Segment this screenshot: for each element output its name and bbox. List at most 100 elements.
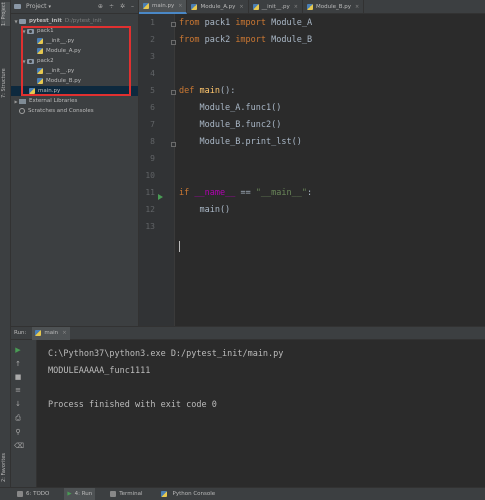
close-icon[interactable]: × (294, 4, 298, 10)
close-icon[interactable]: × (239, 4, 243, 10)
keyword: from (179, 35, 200, 45)
python-file-icon (29, 88, 35, 94)
close-icon[interactable]: × (178, 3, 182, 9)
project-tool-tab[interactable]: 1: Project (1, 2, 10, 26)
tree-item-module-b[interactable]: Module_B.py (11, 76, 138, 86)
tab-label: __init__.py (261, 4, 290, 10)
scroll-up-icon[interactable]: ↑ (14, 360, 22, 368)
function-name: main (199, 86, 220, 96)
chevron-down-icon[interactable]: ▾ (49, 4, 52, 10)
close-icon[interactable]: × (62, 330, 67, 336)
run-panel-header: Run: main × (11, 326, 485, 340)
bottom-item-label: Python Console (172, 491, 216, 497)
locate-icon[interactable]: ⊕ (98, 3, 103, 10)
project-panel: Project ▾ ⊕ ÷ ✲ – ▼ pytest_init D:/pytes… (11, 0, 139, 326)
dunder-name: __name__ (194, 188, 236, 198)
rerun-icon[interactable]: ▶ (14, 346, 22, 354)
package-icon (27, 28, 34, 34)
line-number: 8 (150, 137, 155, 146)
libraries-icon (19, 98, 26, 104)
close-icon[interactable]: × (355, 4, 359, 10)
tree-item-init-py-1[interactable]: __init__.py (11, 36, 138, 46)
print-icon[interactable]: ⎙ (14, 414, 22, 422)
python-console-tool-button[interactable]: Python Console (158, 488, 219, 500)
code-line-8: Module_B.print_lst() (179, 137, 302, 147)
tree-item-pytest-init[interactable]: ▼ pytest_init D:/pytest_init (11, 16, 138, 26)
tree-item-external-libraries[interactable]: ▶ External Libraries (11, 96, 138, 106)
run-config-tab[interactable]: main × (32, 326, 70, 340)
collapse-icon[interactable]: ÷ (109, 3, 114, 10)
scroll-down-icon[interactable]: ↓ (14, 400, 22, 408)
project-panel-header: Project ▾ ⊕ ÷ ✲ – (11, 0, 138, 14)
line-number: 6 (150, 103, 155, 112)
trash-icon[interactable]: ⌫ (14, 442, 24, 450)
tree-item-label: pack2 (37, 58, 54, 64)
run-tool-button[interactable]: ▶ 4: Run (64, 487, 96, 500)
run-label: Run: (14, 330, 27, 336)
terminal-tool-button[interactable]: Terminal (107, 488, 145, 500)
line-number: 12 (145, 205, 155, 214)
terminal-icon (110, 491, 117, 497)
bottom-tool-bar: 6: TODO ▶ 4: Run Terminal Python Console (0, 487, 485, 500)
pin-icon[interactable]: ⚲ (14, 428, 22, 436)
keyword: if (179, 188, 190, 198)
bottom-item-label: 4: Run (74, 491, 93, 497)
tab-init-py[interactable]: __init__.py × (249, 0, 303, 14)
line-number: 7 (150, 120, 155, 129)
code-text: == (235, 188, 256, 198)
gear-icon[interactable]: ✲ (120, 3, 125, 10)
tree-item-module-a[interactable]: Module_A.py (11, 46, 138, 56)
todo-tool-button[interactable]: 6: TODO (14, 488, 52, 500)
code-line-2: from pack2 import Module_B (179, 32, 312, 49)
tree-item-label: Module_B.py (46, 78, 82, 84)
code-line-11: if __name__ == "__main__": (179, 185, 312, 202)
tree-item-label: pack1 (37, 28, 54, 34)
tree-item-path: D:/pytest_init (64, 18, 102, 24)
tree-item-main-py[interactable]: main.py (11, 86, 138, 96)
console-line: MODULEAAAAA_func1111 (48, 366, 151, 376)
code-editor[interactable]: from pack1 import Module_A from pack2 im… (176, 14, 485, 326)
project-panel-title[interactable]: Project (26, 3, 47, 10)
run-icon: ▶ (67, 491, 72, 497)
tab-module-b[interactable]: Module_B.py × (303, 0, 365, 14)
console-line: C:\Python37\python3.exe D:/pytest_init/m… (48, 349, 284, 359)
package-icon (27, 58, 34, 64)
tree-item-label: __init__.py (46, 38, 75, 44)
todo-icon (17, 491, 23, 497)
tab-module-a[interactable]: Module_A.py × (187, 0, 249, 14)
tree-item-init-py-2[interactable]: __init__.py (11, 66, 138, 76)
line-number: 10 (145, 171, 155, 180)
stop-icon[interactable]: ■ (14, 373, 22, 381)
keyword: import (235, 35, 267, 45)
code-text: : (307, 188, 313, 198)
scratches-icon (19, 108, 25, 114)
hide-icon[interactable]: – (131, 3, 134, 10)
editor-tab-bar: main.py × Module_A.py × __init__.py × Mo… (139, 0, 485, 14)
console-line: Process finished with exit code 0 (48, 400, 217, 410)
line-number: 3 (150, 52, 155, 61)
run-toolbar: ▶ ↑ ■ ≡ ↓ ⎙ ⚲ ⌫ (11, 340, 37, 488)
bottom-item-label: Terminal (119, 491, 143, 497)
keyword: import (235, 18, 267, 28)
python-file-icon (191, 4, 198, 10)
tab-main-py[interactable]: main.py × (139, 0, 188, 14)
favorites-tool-tab[interactable]: 2: Favorites (1, 438, 10, 482)
code-line-7: Module_B.func2() (179, 120, 282, 130)
code-line-5: def main(): (179, 83, 235, 100)
tree-item-pack2[interactable]: ▼ pack2 (11, 56, 138, 66)
python-file-icon (35, 330, 42, 336)
code-text: pack2 (199, 35, 236, 45)
folder-icon (19, 18, 26, 24)
python-file-icon (37, 48, 43, 54)
wrap-icon[interactable]: ≡ (14, 386, 22, 394)
tab-label: Module_B.py (315, 4, 352, 10)
code-line-6: Module_A.func1() (179, 103, 282, 113)
structure-tool-tab[interactable]: 7: Structure (1, 60, 10, 98)
run-gutter-icon[interactable] (158, 194, 163, 200)
console-output[interactable]: C:\Python37\python3.exe D:/pytest_init/m… (48, 346, 283, 414)
python-file-icon (143, 3, 149, 9)
tree-item-pack1[interactable]: ▼ pack1 (11, 26, 138, 36)
tree-item-scratches[interactable]: Scratches and Consoles (11, 106, 138, 116)
tree-item-label: Scratches and Consoles (28, 108, 94, 114)
